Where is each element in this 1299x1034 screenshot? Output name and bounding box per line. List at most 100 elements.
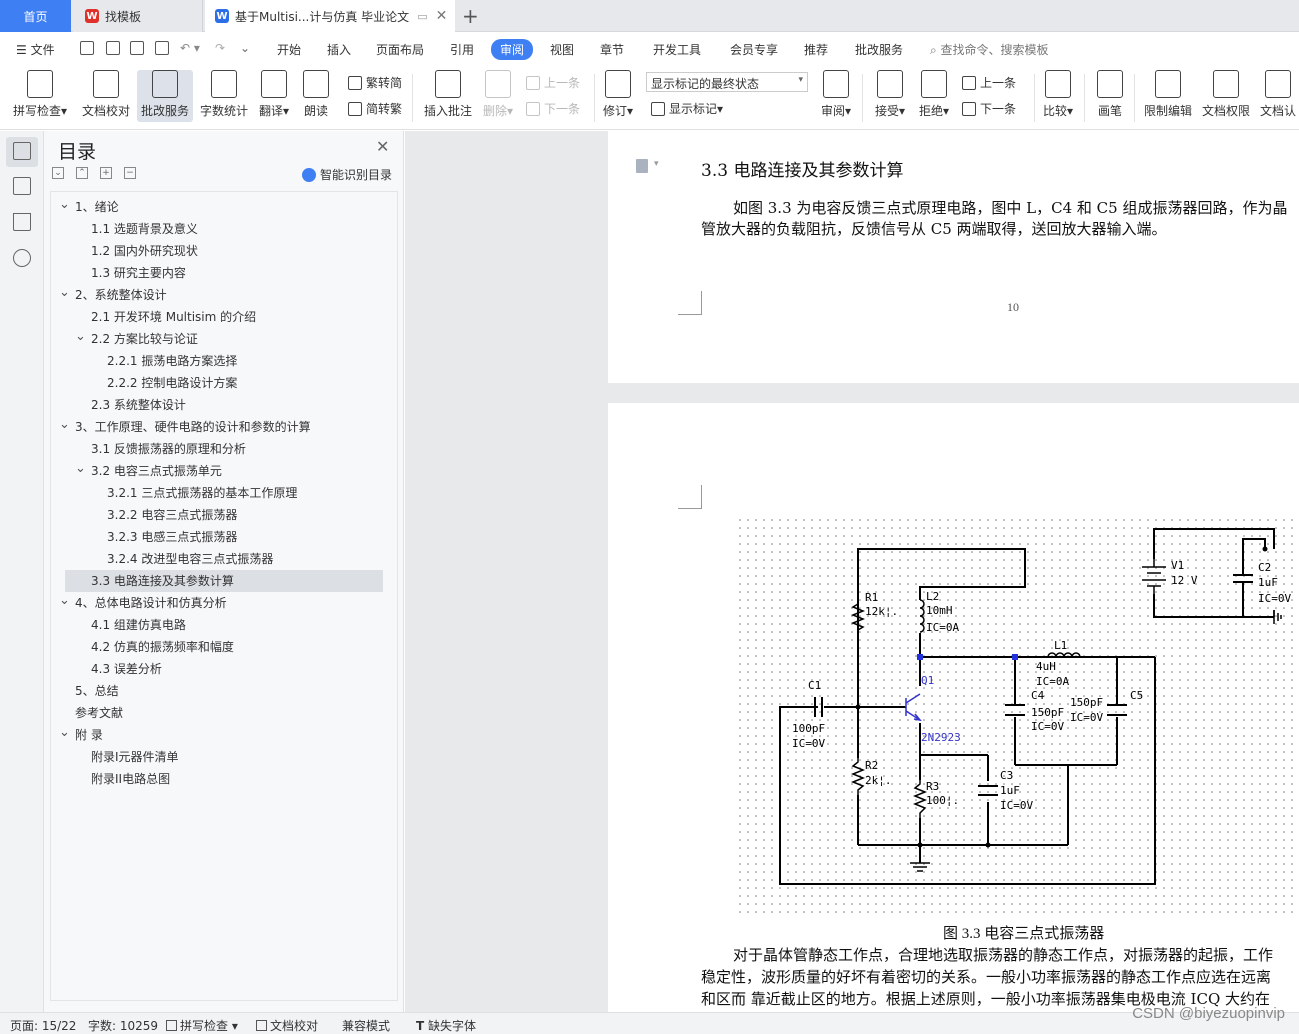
- toc-item[interactable]: 5、总结: [51, 680, 391, 702]
- print-icon[interactable]: [130, 41, 144, 55]
- trad-to-simp-button[interactable]: 繁转简: [348, 74, 402, 91]
- chevron-down-icon[interactable]: ⌄: [59, 590, 70, 612]
- toc-item[interactable]: 1.3 研究主要内容: [51, 262, 391, 284]
- toc-item[interactable]: 4.2 仿真的振荡频率和幅度: [51, 636, 391, 658]
- tab-document[interactable]: W 基于Multisi...计与仿真 毕业论文 ▭ ✕: [205, 0, 455, 32]
- pen-button[interactable]: 画笔: [1094, 70, 1126, 119]
- menu-start[interactable]: 开始: [277, 41, 301, 58]
- toc-item[interactable]: 2.2.2 控制电路设计方案: [51, 372, 391, 394]
- toc-item[interactable]: 1.2 国内外研究现状: [51, 240, 391, 262]
- revise-button[interactable]: 修订▾: [600, 70, 636, 119]
- prev-revision-button[interactable]: 上一条: [962, 74, 1016, 91]
- spell-check-button[interactable]: 拼写检查▾: [10, 70, 70, 119]
- toc-item[interactable]: 附录I元器件清单: [51, 746, 391, 768]
- reject-button[interactable]: 拒绝▾: [916, 70, 952, 119]
- export-pdf-icon[interactable]: [106, 41, 120, 55]
- restrict-edit-button[interactable]: 限制编辑: [1142, 70, 1194, 119]
- menu-insert[interactable]: 插入: [327, 41, 351, 58]
- toc-item[interactable]: 参考文献: [51, 702, 391, 724]
- doc-rights-button[interactable]: 文档权限: [1200, 70, 1252, 119]
- expand-up-icon[interactable]: ⌃: [76, 167, 88, 179]
- next-comment-button[interactable]: 下一条: [526, 100, 580, 117]
- redo-icon[interactable]: ↷: [215, 41, 225, 55]
- undo-icon[interactable]: ↶ ▾: [180, 41, 200, 55]
- outline-icon[interactable]: [13, 177, 31, 195]
- print-preview-icon[interactable]: [155, 41, 169, 55]
- menu-page-layout[interactable]: 页面布局: [376, 41, 424, 58]
- menu-view[interactable]: 视图: [550, 41, 574, 58]
- menu-reference[interactable]: 引用: [450, 41, 474, 58]
- toc-item[interactable]: ⌄ 1、绪论: [51, 196, 391, 218]
- search-icon[interactable]: [13, 249, 31, 267]
- menu-review[interactable]: 审阅: [491, 39, 534, 60]
- toc-item[interactable]: 2.3 系统整体设计: [51, 394, 391, 416]
- command-search[interactable]: ⌕ 查找命令、搜索模板: [930, 41, 1049, 58]
- toc-item[interactable]: 3.3 电路连接及其参数计算: [65, 570, 383, 592]
- smart-toc-button[interactable]: 智能识别目录: [302, 166, 392, 183]
- tab-template[interactable]: W 找模板: [73, 0, 203, 32]
- menu-member[interactable]: 会员专享: [730, 41, 778, 58]
- spell-check-status[interactable]: 拼写检查 ▾: [166, 1017, 238, 1034]
- collapse-all-icon[interactable]: ⌄: [52, 167, 64, 179]
- toc-item[interactable]: 3.1 反馈振荡器的原理和分析: [51, 438, 391, 460]
- insert-comment-button[interactable]: 插入批注: [422, 70, 474, 119]
- translate-button[interactable]: 翻译▾: [256, 70, 292, 119]
- review-pane-button[interactable]: 审阅▾: [818, 70, 854, 119]
- window-icon[interactable]: ▭: [417, 10, 427, 23]
- chevron-down-icon[interactable]: ⌄: [59, 194, 70, 216]
- accept-button[interactable]: 接受▾: [872, 70, 908, 119]
- close-icon[interactable]: ✕: [376, 137, 389, 156]
- paragraph-icon[interactable]: [636, 159, 648, 173]
- toc-icon[interactable]: [13, 142, 31, 160]
- toc-item[interactable]: ⌄ 2.2 方案比较与论证: [51, 328, 391, 350]
- menu-recommend[interactable]: 推荐: [804, 41, 828, 58]
- add-tab-icon[interactable]: +: [462, 4, 482, 28]
- chevron-down-icon[interactable]: ⌄: [59, 722, 70, 744]
- next-revision-button[interactable]: 下一条: [962, 100, 1016, 117]
- chevron-down-icon[interactable]: ⌄: [59, 282, 70, 304]
- add-item-icon[interactable]: +: [100, 167, 112, 179]
- show-markup-button[interactable]: 显示标记 ▾: [651, 100, 723, 117]
- chevron-down-icon[interactable]: ⌄: [75, 458, 86, 480]
- menu-review-service[interactable]: 批改服务: [855, 41, 903, 58]
- word-count[interactable]: 字数: 10259: [88, 1017, 158, 1034]
- toc-item[interactable]: 4.3 误差分析: [51, 658, 391, 680]
- missing-font-status[interactable]: T 缺失字体: [416, 1017, 476, 1034]
- toc-item[interactable]: 2.1 开发环境 Multisim 的介绍: [51, 306, 391, 328]
- close-tab-icon[interactable]: ✕: [436, 8, 448, 24]
- toc-item[interactable]: ⌄ 2、系统整体设计: [51, 284, 391, 306]
- bookmark-icon[interactable]: [13, 213, 31, 231]
- toc-item[interactable]: ⌄ 附 录: [51, 724, 391, 746]
- tab-home[interactable]: 首页: [0, 0, 71, 32]
- toc-item[interactable]: 3.2.2 电容三点式振荡器: [51, 504, 391, 526]
- prev-comment-button[interactable]: 上一条: [526, 74, 580, 91]
- word-count-button[interactable]: 字数统计: [198, 70, 250, 119]
- simp-to-trad-button[interactable]: 简转繁: [348, 100, 402, 117]
- doc-proof-button[interactable]: 文档校对: [80, 70, 132, 119]
- proof-status[interactable]: 文档校对: [256, 1017, 318, 1034]
- toc-item[interactable]: 附录II电路总图: [51, 768, 391, 790]
- toc-item[interactable]: 2.2.1 振荡电路方案选择: [51, 350, 391, 372]
- document-area[interactable]: ▾ 3.3 电路连接及其参数计算 如图 3.3 为电容反馈三点式原理电路，图中 …: [405, 131, 1299, 1012]
- chevron-down-icon[interactable]: ▾: [654, 159, 659, 169]
- chevron-down-icon[interactable]: ⌄: [59, 414, 70, 436]
- doc-auth-button[interactable]: 文档认: [1258, 70, 1298, 119]
- toc-item[interactable]: 3.2.4 改进型电容三点式振荡器: [51, 548, 391, 570]
- toc-item[interactable]: 3.2.3 电感三点式振荡器: [51, 526, 391, 548]
- review-service-button[interactable]: 批改服务: [137, 70, 193, 122]
- delete-comment-button[interactable]: 删除▾: [480, 70, 516, 119]
- save-icon[interactable]: [80, 41, 94, 55]
- file-menu-button[interactable]: ☰ 文件: [16, 41, 55, 58]
- toc-item[interactable]: ⌄ 4、总体电路设计和仿真分析: [51, 592, 391, 614]
- menu-chapter[interactable]: 章节: [600, 41, 624, 58]
- toc-item[interactable]: 1.1 选题背景及意义: [51, 218, 391, 240]
- toc-item[interactable]: 3.2.1 三点式振荡器的基本工作原理: [51, 482, 391, 504]
- page-indicator[interactable]: 页面: 15/22: [10, 1017, 76, 1034]
- remove-item-icon[interactable]: −: [124, 167, 136, 179]
- more-icon[interactable]: ⌄: [240, 41, 250, 55]
- chevron-down-icon[interactable]: ⌄: [75, 326, 86, 348]
- toc-item[interactable]: 4.1 组建仿真电路: [51, 614, 391, 636]
- menu-dev-tools[interactable]: 开发工具: [653, 41, 701, 58]
- markup-state-select[interactable]: 显示标记的最终状态 ▾: [646, 72, 808, 92]
- toc-item[interactable]: ⌄ 3、工作原理、硬件电路的设计和参数的计算: [51, 416, 391, 438]
